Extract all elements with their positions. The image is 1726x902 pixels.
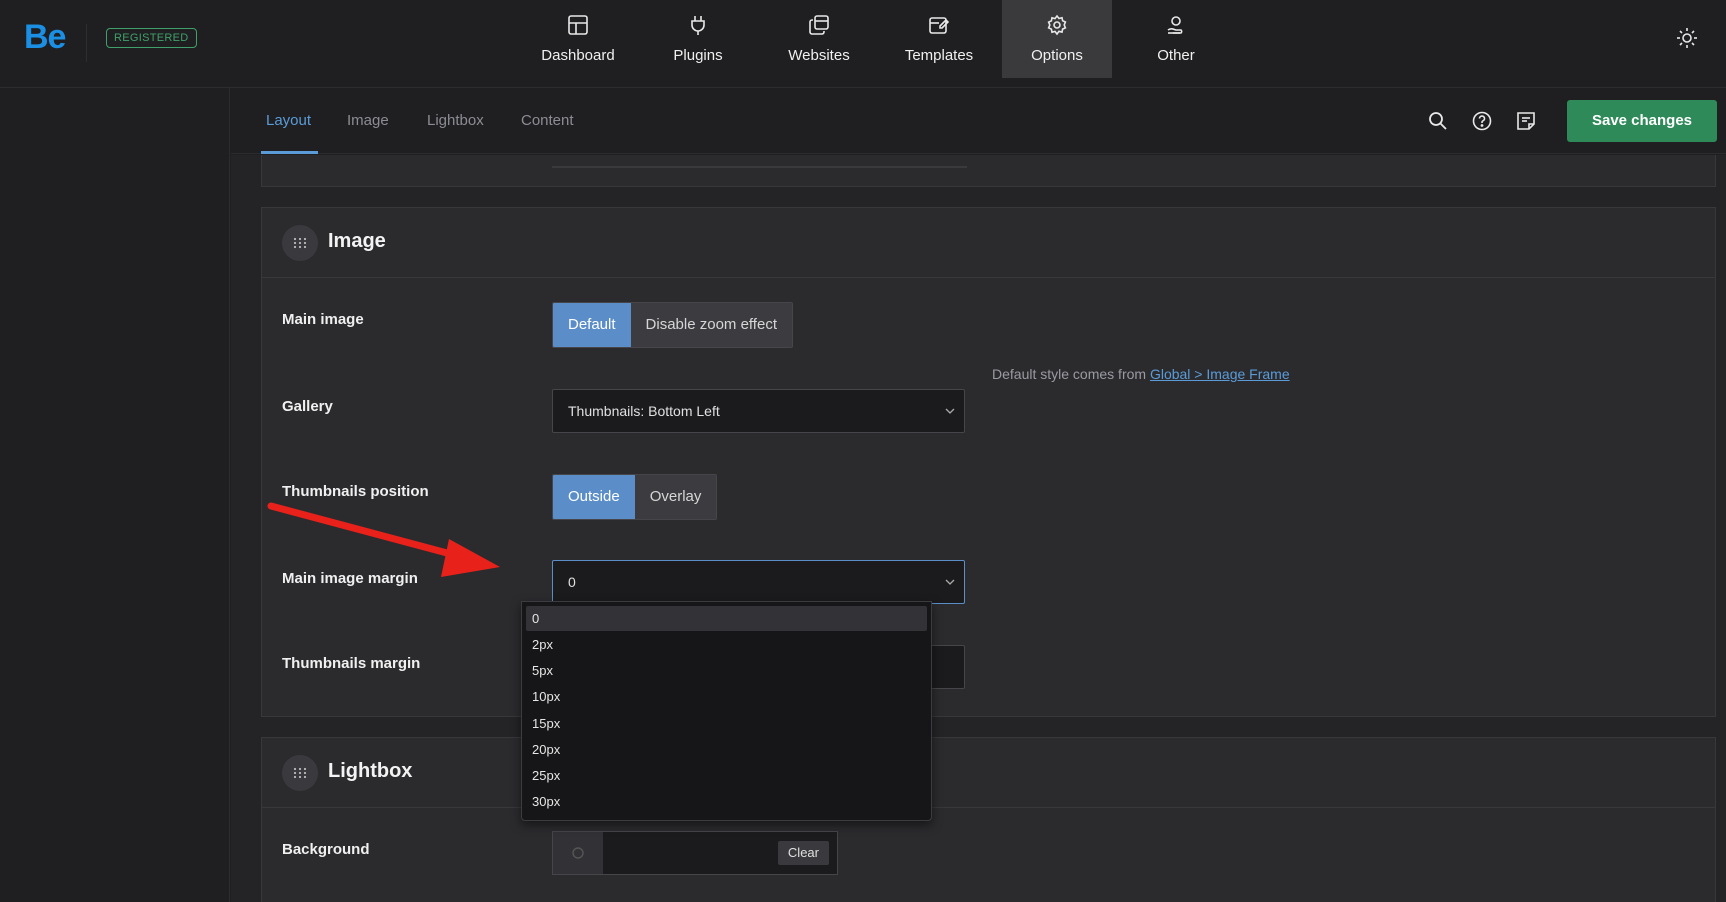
color-swatch[interactable] <box>553 832 603 874</box>
top-bar: Be REGISTERED Dashboard Plugins Websites… <box>0 0 1726 88</box>
dropdown-option[interactable]: 15px <box>526 711 927 736</box>
gear-icon <box>1047 14 1067 36</box>
nav-other[interactable]: Other <box>1121 0 1231 78</box>
main-image-disable-zoom-option[interactable]: Disable zoom effect <box>630 303 792 347</box>
nav-options[interactable]: Options <box>1002 0 1112 78</box>
gallery-label: Gallery <box>282 398 333 415</box>
lightbox-panel: Lightbox Background Clear <box>261 737 1716 902</box>
nav-websites-label: Websites <box>788 47 850 64</box>
dropdown-option[interactable]: 10px <box>526 684 927 709</box>
nav-options-label: Options <box>1031 47 1083 64</box>
main-content: Image Main image Default Disable zoom ef… <box>231 155 1726 902</box>
dropdown-option[interactable]: 30px <box>526 789 927 814</box>
tab-layout[interactable]: Layout <box>266 112 311 129</box>
nav-plugins[interactable]: Plugins <box>643 0 753 78</box>
main-image-margin-select[interactable]: 0 <box>552 560 965 604</box>
logo-divider <box>86 24 87 62</box>
thumbnails-overlay-option[interactable]: Overlay <box>634 475 717 519</box>
image-panel-header: Image <box>262 208 1715 278</box>
registered-badge: REGISTERED <box>106 28 197 48</box>
templates-icon <box>929 17 950 34</box>
main-image-margin-label: Main image margin <box>282 570 418 587</box>
previous-panel <box>261 155 1716 187</box>
lightbox-panel-title: Lightbox <box>328 760 413 782</box>
nav-templates[interactable]: Templates <box>884 0 994 78</box>
dropdown-option[interactable]: 20px <box>526 737 927 762</box>
main-image-margin-value: 0 <box>568 574 576 590</box>
websites-icon <box>809 15 829 35</box>
background-label: Background <box>282 841 370 858</box>
nav-plugins-label: Plugins <box>673 47 723 64</box>
global-image-frame-link[interactable]: Global > Image Frame <box>1150 366 1290 382</box>
thumbnails-position-segmented: Outside Overlay <box>552 474 718 520</box>
chevron-down-icon <box>945 579 955 585</box>
main-image-label: Main image <box>282 311 364 328</box>
dropdown-option[interactable]: 2px <box>526 632 927 657</box>
hint-text: Default style comes from <box>992 366 1150 382</box>
thumbnails-outside-option[interactable]: Outside <box>553 475 635 519</box>
gallery-select-value: Thumbnails: Bottom Left <box>568 403 720 419</box>
clear-color-button[interactable]: Clear <box>777 841 829 865</box>
help-icon[interactable] <box>1471 110 1493 132</box>
save-button[interactable]: Save changes <box>1567 100 1717 142</box>
sidebar <box>0 88 230 902</box>
theme-toggle-sun-icon[interactable] <box>1676 27 1698 49</box>
tab-content[interactable]: Content <box>521 112 574 129</box>
user-hand-icon <box>1167 16 1183 34</box>
search-icon[interactable] <box>1427 110 1449 132</box>
nav-dashboard[interactable]: Dashboard <box>523 0 633 78</box>
nav-templates-label: Templates <box>904 47 974 64</box>
drag-handle[interactable] <box>282 225 318 261</box>
plug-icon <box>691 16 705 35</box>
image-panel: Image Main image Default Disable zoom ef… <box>261 207 1716 717</box>
drag-handle[interactable] <box>282 755 318 791</box>
gallery-select[interactable]: Thumbnails: Bottom Left <box>552 389 965 433</box>
tab-image[interactable]: Image <box>347 112 389 129</box>
dashboard-icon <box>568 15 588 35</box>
thumbnails-position-label: Thumbnails position <box>282 483 429 500</box>
nav-dashboard-label: Dashboard <box>541 47 615 64</box>
chevron-down-icon <box>945 408 955 414</box>
drag-dots-icon <box>293 767 307 779</box>
notes-icon[interactable] <box>1515 110 1537 132</box>
dropdown-option[interactable]: 25px <box>526 763 927 788</box>
main-image-hint: Default style comes from Global > Image … <box>992 366 1290 382</box>
main-image-segmented: Default Disable zoom effect <box>552 302 793 348</box>
lightbox-panel-header: Lightbox <box>262 738 1715 808</box>
color-picker-icon <box>572 847 584 859</box>
active-tab-underline <box>261 151 318 154</box>
options-subnav: Layout Image Lightbox Content <box>231 88 1726 154</box>
dropdown-option[interactable]: 0 <box>526 606 927 631</box>
margin-dropdown-list: 0 2px 5px 10px 15px 20px 25px 30px <box>521 601 932 821</box>
logo[interactable]: Be <box>24 18 66 57</box>
main-image-default-option[interactable]: Default <box>553 303 631 347</box>
nav-websites[interactable]: Websites <box>764 0 874 78</box>
tab-lightbox[interactable]: Lightbox <box>427 112 484 129</box>
nav-other-label: Other <box>1157 47 1195 64</box>
image-panel-title: Image <box>328 230 386 252</box>
background-color-field[interactable]: Clear <box>552 831 838 875</box>
drag-dots-icon <box>293 237 307 249</box>
thumbnails-margin-label: Thumbnails margin <box>282 655 421 672</box>
dropdown-option[interactable]: 5px <box>526 658 927 683</box>
